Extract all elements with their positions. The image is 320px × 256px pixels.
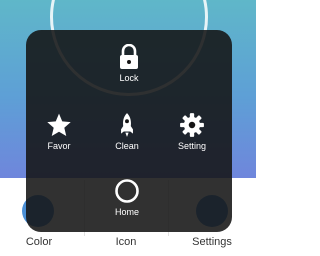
lock-label: Lock (119, 73, 139, 83)
favor-button[interactable]: Favor (29, 112, 89, 162)
lock-icon (120, 44, 138, 69)
home-button[interactable]: Home (97, 178, 157, 228)
bottom-tab-icon[interactable]: Icon (84, 236, 168, 248)
home-label: Home (114, 207, 139, 217)
clean-button[interactable]: Clean (97, 112, 157, 162)
clean-label: Clean (115, 141, 139, 151)
star-icon (47, 113, 71, 137)
setting-button[interactable]: Setting (162, 112, 222, 162)
favor-label: Favor (47, 141, 71, 151)
gear-icon (180, 113, 204, 137)
rocket-icon (121, 113, 133, 137)
lock-button[interactable]: Lock (99, 44, 159, 94)
bottom-tab-settings[interactable]: Settings (168, 236, 256, 248)
home-circle-icon (115, 179, 139, 203)
bottom-tab-color[interactable]: Color (0, 236, 78, 248)
setting-label: Setting (177, 141, 207, 151)
floating-menu-panel: Lock Favor Clean Setting Home (26, 30, 232, 232)
